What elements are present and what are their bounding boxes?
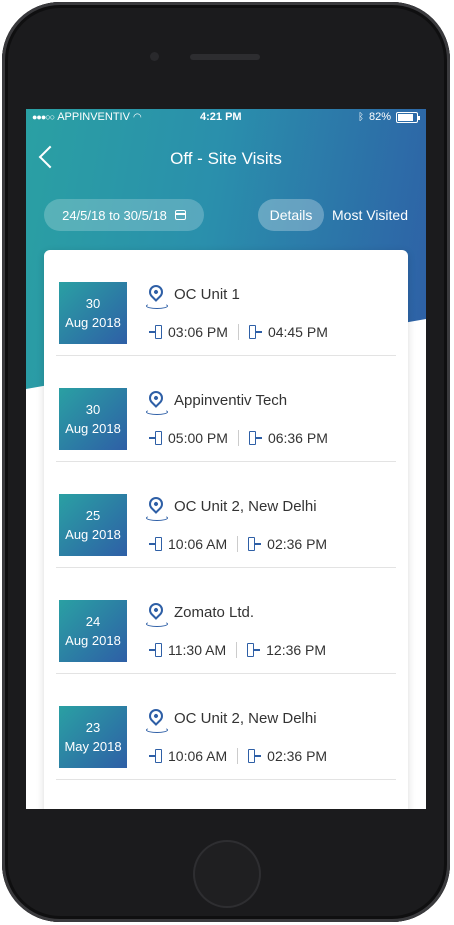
home-button[interactable] (193, 840, 261, 908)
signal-dots-icon: ●●●○○ (32, 112, 55, 122)
check-out-time: 02:36 PM (267, 536, 328, 552)
visit-times: 10:06 AM 02:36 PM (149, 748, 327, 764)
location-pin-base (146, 409, 168, 415)
check-in-icon (149, 643, 162, 657)
date-badge: 23 May 2018 (59, 706, 127, 768)
date-month-year: Aug 2018 (65, 633, 121, 648)
location-name: OC Unit 2, New Delhi (174, 710, 317, 727)
visit-times: 05:00 PM 06:36 PM (149, 430, 328, 446)
date-range-picker[interactable]: 24/5/18 to 30/5/18 (44, 199, 204, 231)
check-in-icon (149, 431, 162, 445)
battery-icon (396, 111, 420, 123)
location-pin-icon (146, 494, 166, 514)
date-badge: 30 Aug 2018 (59, 388, 127, 450)
list-item[interactable]: 23 May 2018 OC Unit 2, New Delhi 10:06 A… (44, 674, 408, 780)
visit-times: 03:06 PM 04:45 PM (149, 324, 328, 340)
check-out-icon (248, 431, 262, 445)
date-day: 24 (85, 614, 101, 629)
row-divider (56, 779, 396, 780)
calendar-icon (174, 210, 186, 220)
tab-details[interactable]: Details (258, 199, 324, 231)
check-out-icon (248, 325, 262, 339)
phone-frame: ●●●○○ APPINVENTIV ◠ 4:21 PM ᛒ 82% Off - … (2, 2, 450, 922)
check-out-icon (247, 643, 261, 657)
bluetooth-icon: ᛒ (357, 111, 364, 123)
visits-list: 30 Aug 2018 OC Unit 1 03:06 PM 04:45 PM … (44, 250, 408, 809)
check-in-time: 03:06 PM (168, 324, 228, 340)
check-in-icon (149, 325, 162, 339)
time-divider (237, 748, 239, 764)
date-day: 30 (85, 402, 101, 417)
check-out-icon (248, 537, 262, 551)
location-pin-icon (146, 600, 166, 620)
list-item[interactable]: 25 Aug 2018 OC Unit 2, New Delhi 10:06 A… (44, 462, 408, 568)
camera-icon (150, 52, 159, 61)
date-month-year: May 2018 (64, 739, 122, 754)
date-month-year: Aug 2018 (65, 527, 121, 542)
list-item[interactable]: 30 Aug 2018 OC Unit 1 03:06 PM 04:45 PM (44, 250, 408, 356)
check-out-time: 02:36 PM (267, 748, 328, 764)
battery-percent: 82% (368, 111, 391, 123)
location-pin-base (146, 515, 168, 521)
date-badge: 30 Aug 2018 (59, 282, 127, 344)
time-divider (236, 642, 238, 658)
status-time: 4:21 PM (200, 111, 242, 123)
check-out-icon (248, 749, 262, 763)
date-month-year: Aug 2018 (65, 315, 121, 330)
time-divider (237, 324, 239, 340)
location-pin-base (146, 303, 168, 309)
check-in-time: 05:00 PM (168, 430, 228, 446)
check-out-time: 04:45 PM (267, 324, 328, 340)
location-name: Appinventiv Tech (174, 392, 288, 409)
check-in-icon (149, 537, 162, 551)
check-in-icon (149, 749, 162, 763)
app-screen: ●●●○○ APPINVENTIV ◠ 4:21 PM ᛒ 82% Off - … (26, 109, 426, 809)
list-item[interactable]: 24 Aug 2018 Zomato Ltd. 11:30 AM 12:36 P… (44, 568, 408, 674)
check-out-time: 06:36 PM (267, 430, 328, 446)
visit-times: 11:30 AM 12:36 PM (149, 642, 326, 658)
visit-times: 10:06 AM 02:36 PM (149, 536, 327, 552)
date-badge: 24 Aug 2018 (59, 600, 127, 662)
date-badge: 25 Aug 2018 (59, 494, 127, 556)
location-pin-base (146, 727, 168, 733)
carrier-label: APPINVENTIV (57, 111, 130, 123)
location-pin-icon (146, 388, 166, 408)
time-divider (237, 536, 239, 552)
location-name: Zomato Ltd. (174, 604, 255, 621)
date-day: 23 (85, 720, 101, 735)
time-divider (237, 430, 239, 446)
date-day: 30 (85, 296, 101, 311)
location-name: OC Unit 1 (174, 286, 240, 303)
date-day: 25 (85, 508, 101, 523)
location-pin-base (146, 621, 168, 627)
check-in-time: 10:06 AM (168, 536, 228, 552)
check-out-time: 12:36 PM (266, 642, 327, 658)
status-bar: ●●●○○ APPINVENTIV ◠ 4:21 PM ᛒ 82% (26, 109, 426, 127)
check-in-time: 11:30 AM (168, 642, 227, 658)
tab-most-visited[interactable]: Most Visited (332, 199, 408, 231)
date-month-year: Aug 2018 (65, 421, 121, 436)
location-pin-icon (146, 706, 166, 726)
list-item[interactable]: 30 Aug 2018 Appinventiv Tech 05:00 PM 06… (44, 356, 408, 462)
location-pin-icon (146, 282, 166, 302)
location-name: OC Unit 2, New Delhi (174, 498, 317, 515)
page-title: Off - Site Visits (170, 149, 282, 168)
date-range-label: 24/5/18 to 30/5/18 (62, 207, 167, 223)
wifi-icon: ◠ (132, 111, 142, 123)
speaker-grille (190, 54, 260, 60)
check-in-time: 10:06 AM (168, 748, 228, 764)
